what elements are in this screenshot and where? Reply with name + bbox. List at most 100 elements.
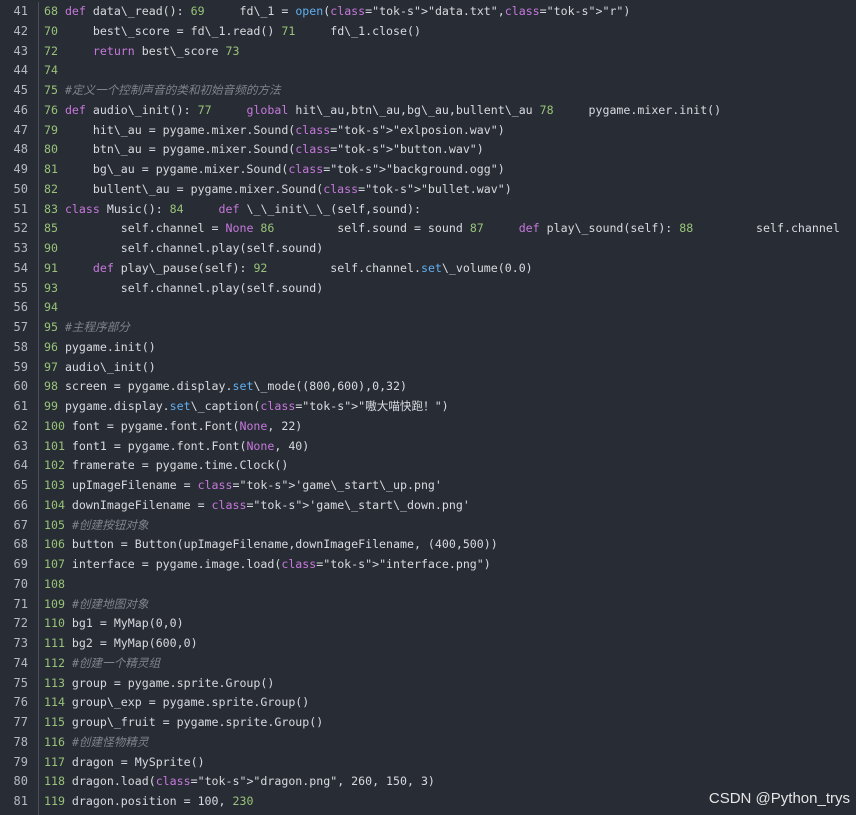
line-code: 85 self.channel = None 86 self.sound = s… bbox=[44, 221, 840, 236]
code-line: 45 75 #定义一个控制声音的类和初始音频的方法 bbox=[0, 81, 856, 101]
code-line: 66 104 downImageFilename = class="tok-s">… bbox=[0, 496, 856, 516]
line-code: 74 bbox=[44, 63, 58, 78]
line-number: 70 bbox=[13, 576, 28, 591]
line-code: 93 self.channel.play(self.sound) bbox=[44, 280, 324, 295]
line-number: 47 bbox=[13, 122, 28, 137]
line-code: 114 group\_exp = pygame.sprite.Group() bbox=[44, 695, 310, 710]
line-number: 68 bbox=[13, 537, 28, 552]
line-code: 70 best\_score = fd\_1.read() 71 fd\_1.c… bbox=[44, 23, 421, 38]
line-code: 110 bg1 = MyMap(0,0) bbox=[44, 616, 184, 631]
code-editor[interactable]: 41 68 def data\_read(): 69 fd\_1 = open(c… bbox=[0, 2, 856, 815]
code-line: 53 90 self.channel.play(self.sound) bbox=[0, 239, 856, 259]
line-number: 73 bbox=[13, 636, 28, 650]
code-line: 60 98 screen = pygame.display.set\_mode((… bbox=[0, 377, 856, 397]
code-line: 78 116 #创建怪物精灵 bbox=[0, 733, 856, 753]
line-code: 81 bg\_au = pygame.mixer.Sound(class="to… bbox=[44, 162, 505, 176]
code-line: 46 76 def audio\_init(): 77 global hit\_a… bbox=[0, 101, 856, 121]
code-line: 62 100 font = pygame.font.Font(None, 22) bbox=[0, 417, 856, 437]
line-number: 81 bbox=[13, 794, 28, 808]
line-code: 115 group\_fruit = pygame.sprite.Group() bbox=[44, 715, 324, 729]
line-code: 95 #主程序部分 bbox=[44, 320, 130, 334]
code-line: 54 91 def play\_pause(self): 92 self.chan… bbox=[0, 259, 856, 279]
line-number: 51 bbox=[13, 201, 28, 216]
line-code: 111 bg2 = MyMap(600,0) bbox=[44, 636, 198, 650]
line-code: 104 downImageFilename = class="tok-s">'g… bbox=[44, 497, 470, 512]
line-number: 61 bbox=[13, 399, 28, 413]
line-code: 94 bbox=[44, 300, 58, 315]
code-lines: 41 68 def data\_read(): 69 fd\_1 = open(c… bbox=[0, 2, 856, 812]
line-number: 46 bbox=[13, 102, 28, 117]
line-number: 64 bbox=[13, 458, 28, 473]
code-line: 48 80 btn\_au = pygame.mixer.Sound(class=… bbox=[0, 140, 856, 160]
watermark: CSDN @Python_trys bbox=[708, 790, 850, 807]
line-code: 68 def data\_read(): 69 fd\_1 = open(cla… bbox=[44, 4, 631, 18]
line-code: 108 bbox=[44, 576, 65, 591]
code-line: 58 96 pygame.init() bbox=[0, 338, 856, 358]
line-number: 48 bbox=[13, 142, 28, 157]
code-line: 76 114 group\_exp = pygame.sprite.Group() bbox=[0, 693, 856, 713]
line-number: 58 bbox=[13, 339, 28, 354]
line-code: 90 self.channel.play(self.sound) bbox=[44, 241, 324, 255]
line-number: 72 bbox=[13, 616, 28, 631]
line-code: 113 group = pygame.sprite.Group() bbox=[44, 675, 275, 690]
code-line: 42 70 best\_score = fd\_1.read() 71 fd\_1… bbox=[0, 22, 856, 42]
code-line: 79 117 dragon = MySprite() bbox=[0, 753, 856, 773]
line-code: 106 button = Button(upImageFilename,down… bbox=[44, 537, 498, 552]
line-code: 117 dragon = MySprite() bbox=[44, 754, 205, 769]
code-line: 41 68 def data\_read(): 69 fd\_1 = open(c… bbox=[0, 2, 856, 22]
code-line: 50 82 bullent\_au = pygame.mixer.Sound(cl… bbox=[0, 180, 856, 200]
code-line: 72 110 bg1 = MyMap(0,0) bbox=[0, 614, 856, 634]
line-code: 101 font1 = pygame.font.Font(None, 40) bbox=[44, 438, 310, 453]
code-line: 74 112 #创建一个精灵组 bbox=[0, 654, 856, 674]
line-code: 97 audio\_init() bbox=[44, 359, 156, 374]
code-line: 49 81 bg\_au = pygame.mixer.Sound(class="… bbox=[0, 160, 856, 180]
line-code: 107 interface = pygame.image.load(class=… bbox=[44, 557, 491, 571]
line-code: 103 upImageFilename = class="tok-s">'gam… bbox=[44, 478, 442, 492]
code-line: 51 83 class Music(): 84 def \_\_init\_\_(… bbox=[0, 200, 856, 220]
code-line: 65 103 upImageFilename = class="tok-s">'g… bbox=[0, 476, 856, 496]
line-number: 44 bbox=[13, 63, 28, 78]
line-code: 83 class Music(): 84 def \_\_init\_\_(se… bbox=[44, 201, 421, 216]
code-line: 68 106 button = Button(upImageFilename,do… bbox=[0, 535, 856, 555]
code-line: 67 105 #创建按钮对象 bbox=[0, 516, 856, 536]
line-number: 66 bbox=[13, 497, 28, 512]
line-number: 54 bbox=[13, 260, 28, 275]
code-line: 55 93 self.channel.play(self.sound) bbox=[0, 279, 856, 299]
line-code: 75 #定义一个控制声音的类和初始音频的方法 bbox=[44, 83, 281, 97]
code-line: 47 79 hit\_au = pygame.mixer.Sound(class=… bbox=[0, 121, 856, 141]
code-line: 57 95 #主程序部分 bbox=[0, 318, 856, 338]
line-number: 69 bbox=[13, 557, 28, 571]
line-code: 79 hit\_au = pygame.mixer.Sound(class="t… bbox=[44, 122, 505, 137]
line-number: 43 bbox=[13, 43, 28, 58]
line-code: 96 pygame.init() bbox=[44, 339, 156, 354]
code-line: 43 72 return best\_score 73 bbox=[0, 42, 856, 62]
line-code: 82 bullent\_au = pygame.mixer.Sound(clas… bbox=[44, 181, 512, 196]
line-number: 56 bbox=[13, 300, 28, 315]
line-number: 80 bbox=[13, 774, 28, 789]
code-line: 59 97 audio\_init() bbox=[0, 358, 856, 378]
line-number: 45 bbox=[13, 83, 28, 97]
line-number: 77 bbox=[13, 715, 28, 729]
line-code: 105 #创建按钮对象 bbox=[44, 517, 149, 532]
line-number: 65 bbox=[13, 478, 28, 492]
code-line: 71 109 #创建地图对象 bbox=[0, 595, 856, 615]
line-number: 67 bbox=[13, 517, 28, 532]
line-number: 49 bbox=[13, 162, 28, 176]
line-code: 116 #创建怪物精灵 bbox=[44, 734, 149, 749]
line-number: 63 bbox=[13, 438, 28, 453]
line-code: 98 screen = pygame.display.set\_mode((80… bbox=[44, 379, 407, 394]
line-number: 50 bbox=[13, 181, 28, 196]
line-number: 60 bbox=[13, 379, 28, 394]
line-number: 76 bbox=[13, 695, 28, 710]
line-code: 102 framerate = pygame.time.Clock() bbox=[44, 458, 289, 473]
line-code: 112 #创建一个精灵组 bbox=[44, 655, 161, 670]
line-number: 62 bbox=[13, 418, 28, 433]
line-number: 74 bbox=[13, 655, 28, 670]
code-line: 61 99 pygame.display.set\_caption(class="… bbox=[0, 397, 856, 417]
line-code: 72 return best\_score 73 bbox=[44, 43, 240, 58]
code-line: 73 111 bg2 = MyMap(600,0) bbox=[0, 634, 856, 654]
code-line: 75 113 group = pygame.sprite.Group() bbox=[0, 674, 856, 694]
line-number: 55 bbox=[13, 280, 28, 295]
code-line: 77 115 group\_fruit = pygame.sprite.Group… bbox=[0, 713, 856, 733]
line-code: 100 font = pygame.font.Font(None, 22) bbox=[44, 418, 303, 433]
